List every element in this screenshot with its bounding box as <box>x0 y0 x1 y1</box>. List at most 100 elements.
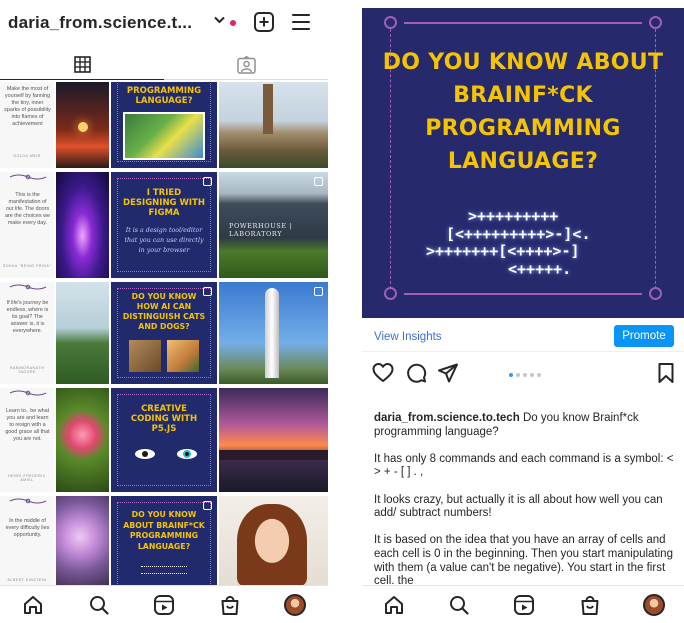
grid-post-bridge-photo[interactable] <box>219 388 328 492</box>
profile-tabs <box>0 50 328 80</box>
caption-paragraph: It has only 8 commands and each command … <box>374 452 674 479</box>
cat-photo <box>129 340 161 372</box>
ornament-icon <box>9 174 47 180</box>
sun-shape <box>78 122 88 132</box>
quote-text: Learn to.. be what you are and learn to … <box>5 408 50 442</box>
portrait-face <box>237 504 307 586</box>
code-line: [<+++++++++>-]<. <box>446 224 591 243</box>
post-frame-bottom <box>404 293 642 295</box>
quote-author: GOLDA MEIR <box>13 154 41 158</box>
bottom-nav <box>362 585 684 623</box>
search-icon[interactable] <box>448 594 470 616</box>
carousel-icon <box>203 177 212 186</box>
home-icon[interactable] <box>383 594 405 616</box>
grid-post-quote[interactable]: In the middle of every difficulty lies o… <box>0 496 54 586</box>
view-insights-link[interactable]: View Insights <box>374 331 442 343</box>
tile-title: PROGRAMMING LANGUAGE? <box>126 86 202 106</box>
grid-post-cats-dogs-tile[interactable]: DO YOU KNOW HOW AI CAN DISTINGUISH CATS … <box>111 282 217 384</box>
quote-text: In the middle of every difficulty lies o… <box>5 518 50 538</box>
eyes-icon <box>135 449 197 459</box>
notification-dot <box>230 20 236 26</box>
corner-ring <box>649 16 662 29</box>
dog-photo <box>167 340 199 372</box>
quote-text: Make the most of yourself by fanning the… <box>4 86 51 127</box>
profile-screen: daria_from.science.t... + Make the most … <box>0 0 328 623</box>
tile-title: I TRIED DESIGNING WITH FIGMA <box>123 188 205 218</box>
post-frame-top <box>404 22 642 24</box>
posts-grid: Make the most of yourself by fanning the… <box>0 82 328 586</box>
home-icon[interactable] <box>22 594 44 616</box>
insights-bar: View Insights Promote <box>362 320 684 352</box>
grid-post-rose-photo[interactable] <box>56 388 109 492</box>
carousel-dot <box>516 373 520 377</box>
code-line: <+++++. <box>508 259 572 278</box>
profile-avatar[interactable] <box>643 594 665 616</box>
post-screen: DO YOU KNOW ABOUT BRAINF*CK PROGRAMMING … <box>362 0 684 623</box>
code-snippet-shape <box>141 566 187 574</box>
grid-post-quote[interactable]: Learn to.. be what you are and learn to … <box>0 388 54 492</box>
grid-post-city-photo[interactable] <box>219 82 328 168</box>
carousel-dot <box>523 373 527 377</box>
profile-avatar[interactable] <box>284 594 306 616</box>
carousel-dot <box>530 373 534 377</box>
ornament-icon <box>9 498 47 504</box>
reels-icon[interactable] <box>153 594 175 616</box>
bridge-shape <box>219 450 328 460</box>
rocket-shape <box>265 288 279 378</box>
heatmap-image <box>123 112 205 160</box>
grid-post-brainfck-tile[interactable]: DO YOU KNOW ABOUT BRAINF*CK PROGRAMMING … <box>111 496 217 586</box>
grid-post-tree-photo[interactable] <box>56 282 109 384</box>
grid-post-tunnel-photo[interactable] <box>56 172 109 278</box>
tile-title: CREATIVE CODING WITH P5.JS <box>130 404 198 434</box>
code-line: >+++++++++ <box>468 207 559 225</box>
shop-icon[interactable] <box>219 594 241 616</box>
grid-icon <box>73 56 91 73</box>
chevron-down-icon[interactable] <box>214 16 225 24</box>
tower-shape <box>263 84 273 134</box>
profile-username[interactable]: daria_from.science.t... <box>8 13 192 33</box>
comment-icon[interactable] <box>405 362 427 384</box>
quote-text: This is the manifestation of our life. T… <box>5 192 50 226</box>
post-caption: daria_from.science.to.tech Do you know B… <box>374 412 680 584</box>
tab-tagged[interactable] <box>164 50 328 80</box>
caption-username[interactable]: daria_from.science.to.tech <box>374 412 520 424</box>
grid-post-figma-tile[interactable]: I TRIED DESIGNING WITH FIGMA It is a des… <box>111 172 217 278</box>
corner-ring <box>649 287 662 300</box>
ornament-icon <box>9 284 47 290</box>
quote-author: RABINDRANATH TAGORE <box>9 366 45 374</box>
grid-post-programming-tile[interactable]: PROGRAMMING LANGUAGE? <box>111 82 217 168</box>
caption-paragraph: It is based on the idea that you have an… <box>374 534 673 584</box>
carousel-dots <box>509 373 541 377</box>
carousel-icon <box>314 287 323 296</box>
add-post-icon[interactable]: + <box>254 12 274 32</box>
profile-header: daria_from.science.t... <box>0 0 328 46</box>
share-icon[interactable] <box>437 362 459 384</box>
post-image[interactable]: DO YOU KNOW ABOUT BRAINF*CK PROGRAMMING … <box>362 8 684 318</box>
shop-icon[interactable] <box>579 594 601 616</box>
tile-subtitle: It is a design tool/editor that you can … <box>124 227 204 254</box>
grid-post-quote[interactable]: Make the most of yourself by fanning the… <box>0 82 54 168</box>
quote-author: SOKKA "BEING FRIDA" <box>2 264 52 268</box>
grid-post-p5js-tile[interactable]: CREATIVE CODING WITH P5.JS <box>111 388 217 492</box>
grid-post-laboratory-photo[interactable]: POWERHOUSE | LABORATORY <box>219 172 328 278</box>
grid-post-sunset-photo[interactable] <box>56 82 109 168</box>
quote-author: HENRI-FREDERIC AMIEL <box>8 474 46 482</box>
quote-text: If life's journey be endless, where is i… <box>6 300 49 334</box>
tab-posts-grid[interactable] <box>0 50 164 80</box>
reels-icon[interactable] <box>513 594 535 616</box>
grid-post-portrait-photo[interactable] <box>219 496 328 586</box>
building-sign: POWERHOUSE | LABORATORY <box>229 222 293 238</box>
grid-post-quote[interactable]: If life's journey be endless, where is i… <box>0 282 54 384</box>
grid-post-rocket-photo[interactable] <box>219 282 328 384</box>
grid-post-flowers-photo[interactable] <box>56 496 109 586</box>
corner-ring <box>384 287 397 300</box>
corner-ring <box>384 16 397 29</box>
heart-icon[interactable] <box>372 362 394 384</box>
quote-author: ALBERT EINSTEIN <box>7 578 47 582</box>
caption-paragraph: It looks crazy, but actually it is all a… <box>374 493 663 520</box>
bookmark-icon[interactable] <box>655 362 677 384</box>
search-icon[interactable] <box>88 594 110 616</box>
hamburger-menu-icon[interactable] <box>292 14 310 30</box>
promote-button[interactable]: Promote <box>614 325 674 347</box>
grid-post-quote[interactable]: This is the manifestation of our life. T… <box>0 172 54 278</box>
